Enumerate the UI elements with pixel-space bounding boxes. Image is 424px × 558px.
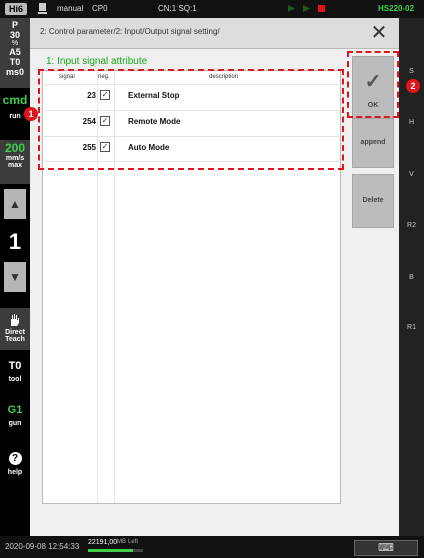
speed-down-button[interactable]: ▼	[0, 260, 30, 296]
status-30: 30	[9, 30, 20, 40]
axis-label-v: V	[409, 171, 414, 178]
axis-label-s: S	[409, 68, 414, 75]
program-indicator: CP0	[92, 4, 108, 13]
status-p: P	[11, 20, 18, 30]
step-indicator: CN:1 SQ:1	[158, 4, 197, 13]
help-button[interactable]: ? help	[0, 448, 30, 488]
axis-label-r2: R2	[407, 222, 416, 229]
down-arrow-icon: ▼	[4, 262, 26, 292]
hand-icon	[0, 313, 30, 329]
gun-label: gun	[8, 420, 22, 427]
delete-button[interactable]: Delete	[352, 174, 394, 228]
status-lamp-red	[318, 5, 325, 14]
status-t0: T0	[9, 57, 21, 67]
status-block: P 30 % A5 T0 ms0	[0, 18, 30, 88]
append-button[interactable]: append	[352, 118, 394, 168]
pendant-icon	[38, 3, 47, 16]
direct-teach-label-1: Direct	[5, 329, 25, 336]
memory-bar-fill	[88, 549, 133, 552]
tool-button[interactable]: T0 tool	[0, 354, 30, 394]
help-icon: ?	[8, 452, 22, 465]
speed-unit: mm/s	[5, 155, 25, 162]
speed-value: 200	[4, 141, 26, 155]
brand-logo: Hi6	[5, 3, 27, 15]
speed-counter: 1	[8, 229, 22, 254]
up-arrow-icon: ▲	[4, 189, 26, 219]
direct-teach-button[interactable]: Direct Teach	[0, 308, 30, 350]
keyboard-icon[interactable]: ⌨	[354, 540, 418, 556]
memory-unit: MB	[117, 539, 126, 545]
breadcrumb: 2: Control parameter/2: Input/Output sig…	[40, 27, 220, 36]
cmd-label: cmd	[2, 93, 28, 107]
speed-max: max	[7, 162, 22, 169]
marker-2: 2	[406, 79, 420, 93]
status-lamp-green	[288, 5, 295, 14]
speed-block[interactable]: 200 mm/s max	[0, 140, 30, 184]
axis-label-r1: R1	[407, 324, 416, 331]
section-title: 1: Input signal attribute	[46, 56, 148, 67]
status-lamp-green-2	[303, 5, 310, 14]
tool-value: T0	[8, 360, 22, 372]
dialog-header: 2: Control parameter/2: Input/Output sig…	[30, 18, 399, 49]
status-ms0: ms0	[5, 67, 24, 77]
status-pct: %	[11, 40, 19, 47]
help-label: help	[7, 469, 23, 476]
bottom-status-bar: 2020-09-08 12:54:33 22191,00 MB Left ⌨	[0, 536, 424, 558]
highlight-box-ok	[347, 51, 399, 118]
gun-button[interactable]: G1 gun	[0, 398, 30, 438]
memory-value: 22191,00	[88, 539, 118, 546]
left-status-panel: P 30 % A5 T0 ms0 cmd run 200 mm/s max ▲ …	[0, 18, 30, 536]
robot-model: HS220-02	[378, 4, 415, 13]
speed-up-button[interactable]: ▲	[0, 186, 30, 222]
memory-suffix: Left	[128, 539, 139, 545]
direct-teach-label-2: Teach	[5, 336, 25, 343]
mode-indicator: manual	[57, 4, 84, 13]
gun-value: G1	[7, 404, 23, 416]
right-axis-strip: S H V R2 B R1	[399, 18, 424, 536]
status-a5: A5	[9, 47, 21, 57]
axis-label-b: B	[409, 274, 414, 281]
marker-1: 1	[24, 107, 38, 121]
close-icon[interactable]: ✕	[368, 22, 390, 44]
axis-label-h: H	[408, 119, 415, 126]
highlight-box-table	[38, 69, 344, 170]
tool-label: tool	[8, 376, 22, 383]
memory-bar	[88, 549, 143, 552]
top-status-bar: Hi6 manual CP0 CN:1 SQ:1 HS220-02	[0, 0, 424, 18]
datetime: 2020-09-08 12:54:33	[5, 542, 80, 551]
